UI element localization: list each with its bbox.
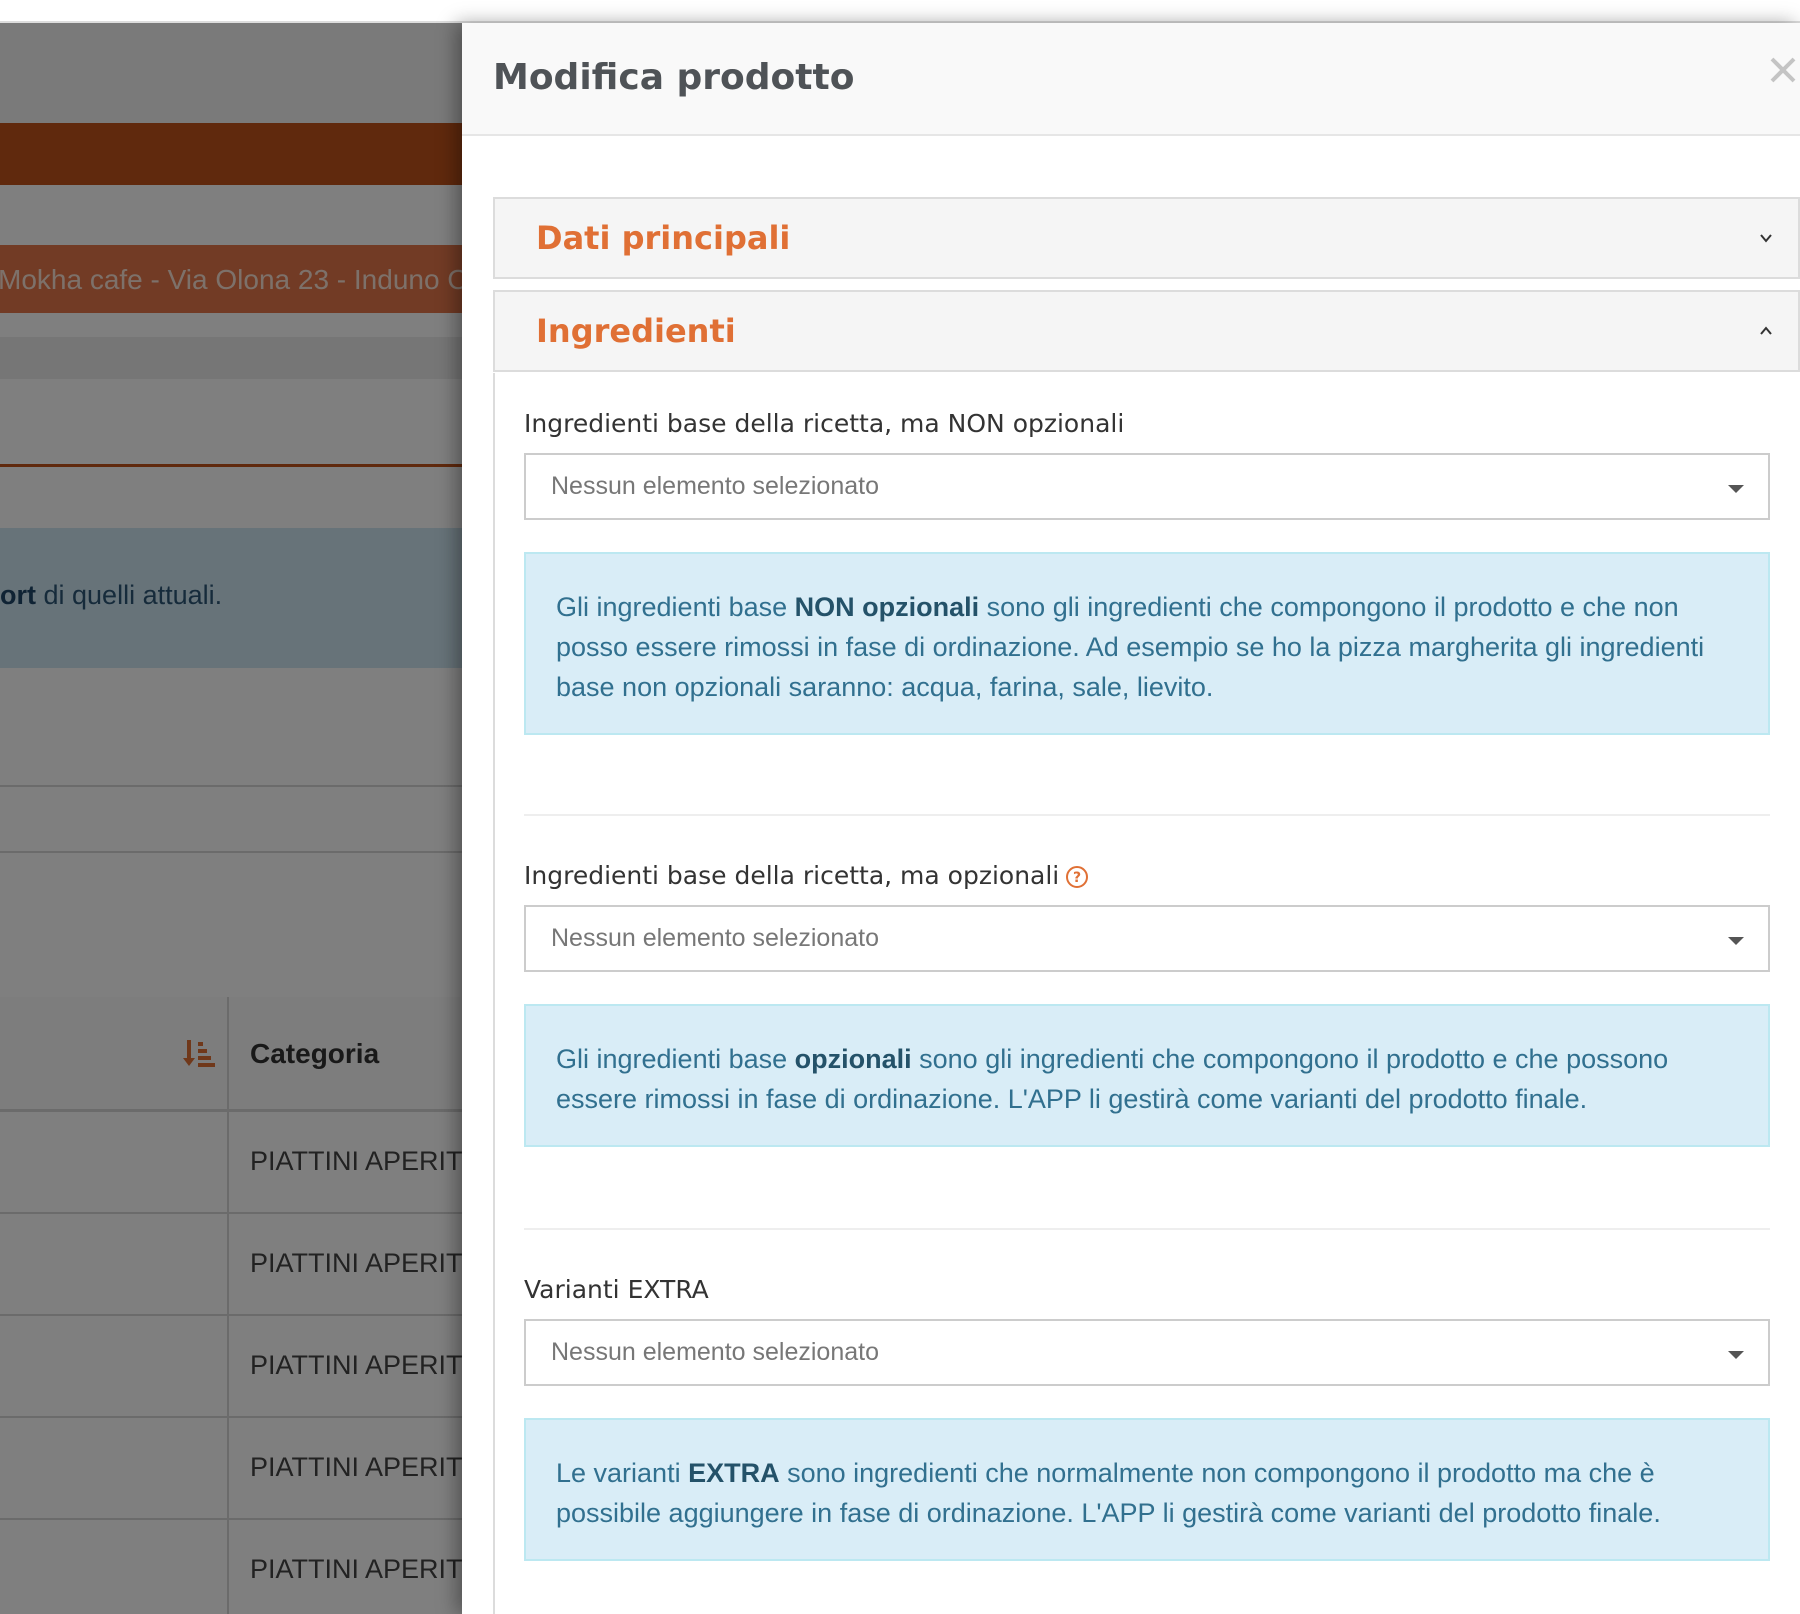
info-base-optional: Gli ingredienti base opzionali sono gli … (524, 1004, 1770, 1147)
label-base-non-optional: Ingredienti base della ricetta, ma NON o… (524, 409, 1125, 438)
modal-title: Modifica prodotto (493, 57, 855, 98)
caret-down-icon (1728, 937, 1744, 945)
info-text-pre: Gli ingredienti base (556, 1044, 795, 1074)
close-icon[interactable] (1766, 53, 1800, 87)
info-text-pre: Gli ingredienti base (556, 592, 795, 622)
select-extra[interactable]: Nessun elemento selezionato (524, 1319, 1770, 1386)
question-circle-icon[interactable]: ? (1065, 865, 1089, 889)
chevron-up-icon (1760, 326, 1772, 335)
panel-title: Ingredienti (536, 312, 736, 350)
caret-down-icon (1728, 1351, 1744, 1359)
select-base-optional[interactable]: Nessun elemento selezionato (524, 905, 1770, 972)
panel-title: Dati principali (536, 219, 791, 257)
info-text-strong: opzionali (794, 1044, 912, 1074)
info-base-non-optional: Gli ingredienti base NON opzionali sono … (524, 552, 1770, 735)
panel-heading-dati-principali[interactable]: Dati principali (493, 197, 1800, 279)
info-extra: Le varianti EXTRA sono ingredienti che n… (524, 1418, 1770, 1561)
select-placeholder: Nessun elemento selezionato (551, 924, 879, 952)
caret-down-icon (1728, 485, 1744, 493)
select-base-non-optional[interactable]: Nessun elemento selezionato (524, 453, 1770, 520)
select-placeholder: Nessun elemento selezionato (551, 472, 879, 500)
info-text-strong: EXTRA (688, 1458, 780, 1488)
label-base-optional: Ingredienti base della ricetta, ma opzio… (524, 861, 1089, 890)
chevron-down-icon (1760, 234, 1772, 243)
select-placeholder: Nessun elemento selezionato (551, 1338, 879, 1366)
info-text-pre: Le varianti (556, 1458, 689, 1488)
label-extra: Varianti EXTRA (524, 1275, 709, 1304)
svg-text:?: ? (1073, 870, 1081, 886)
section-divider (524, 814, 1770, 816)
info-text-strong: NON opzionali (794, 592, 980, 622)
modal-header: Modifica prodotto (462, 23, 1800, 136)
edit-product-modal: Modifica prodotto Dati principali Ingred… (462, 23, 1800, 1614)
section-divider (524, 1228, 1770, 1230)
panel-heading-ingredienti[interactable]: Ingredienti (493, 290, 1800, 372)
label-text: Ingredienti base della ricetta, ma opzio… (524, 861, 1060, 890)
